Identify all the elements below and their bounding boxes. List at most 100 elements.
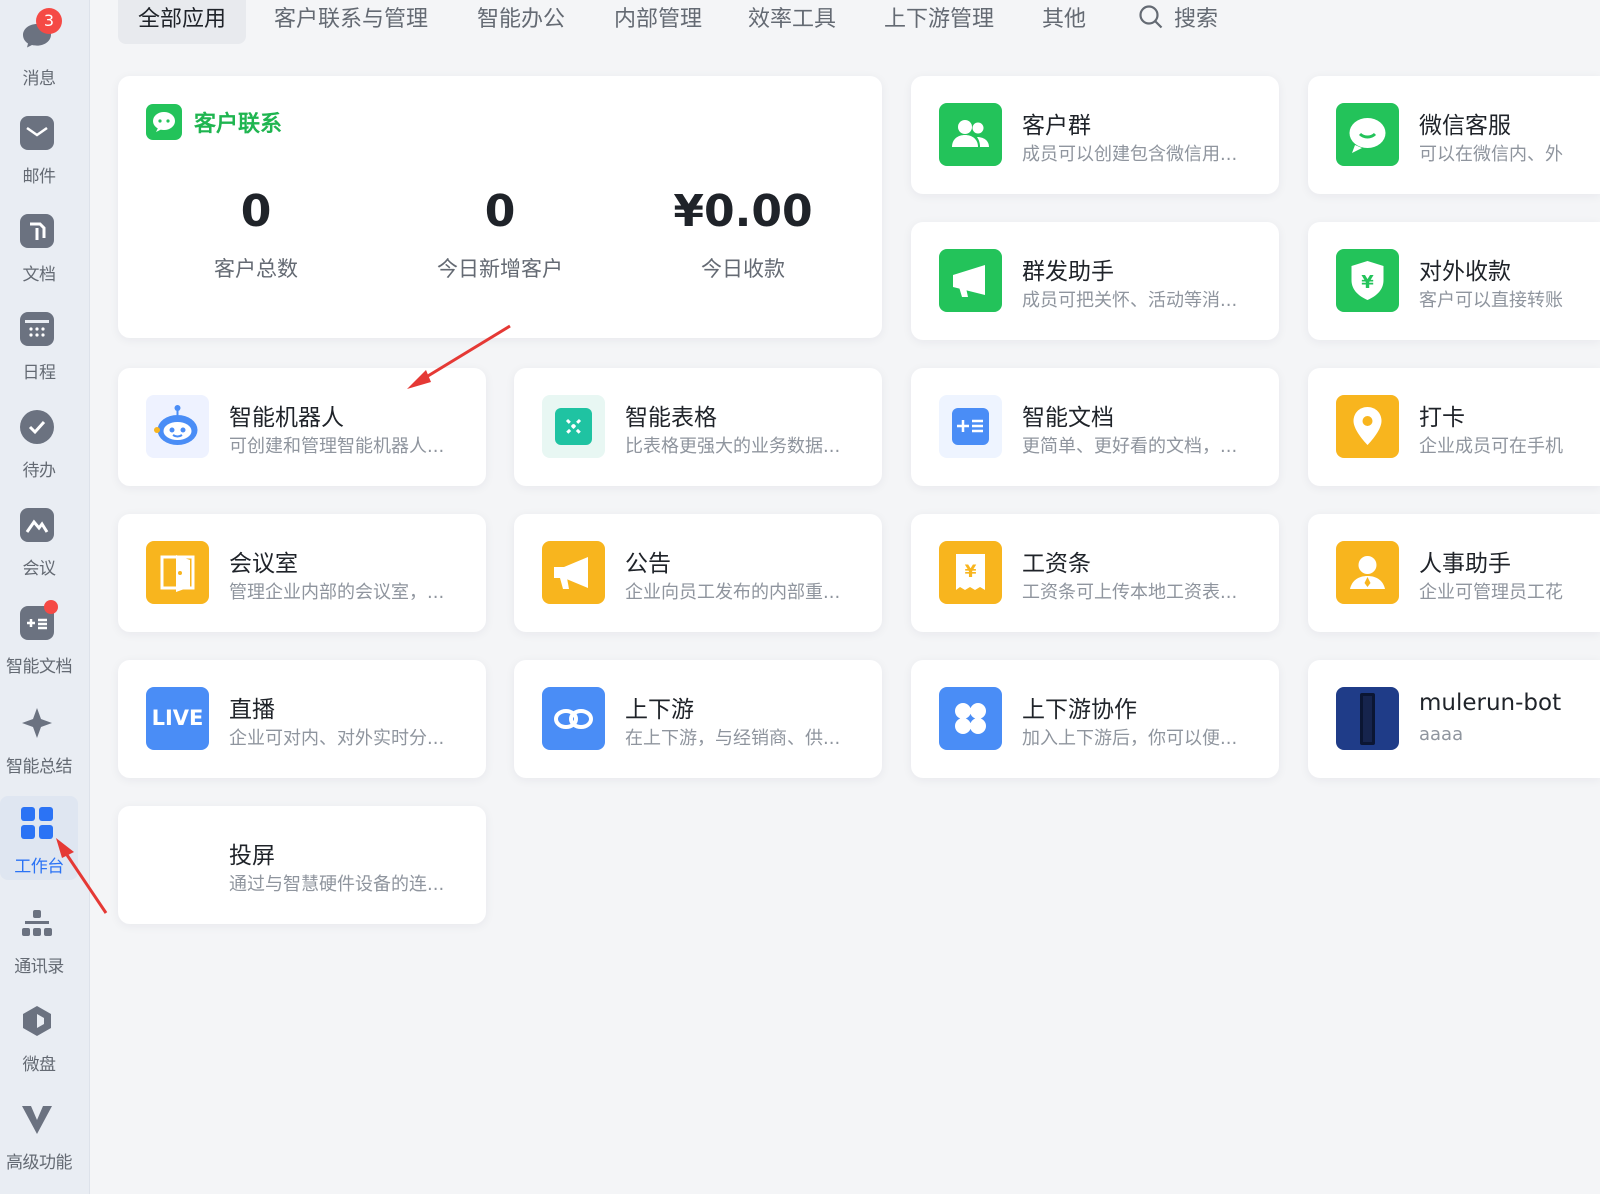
app-title: 对外收款 — [1419, 259, 1511, 285]
app-card-supply-chain[interactable]: 上下游 在上下游，与经销商、供... — [514, 660, 882, 778]
live-icon: LIVE — [146, 687, 209, 750]
stat-new-customers-today[interactable]: 0 今日新增客户 — [380, 186, 620, 283]
app-card-wechat-service[interactable]: 微信客服 可以在微信内、外 — [1308, 76, 1600, 194]
stat-label: 今日新增客户 — [437, 257, 563, 281]
sidebar-item-mail[interactable]: 邮件 — [0, 106, 78, 190]
app-description: 比表格更强大的业务数据... — [625, 436, 841, 457]
app-card-smart-robot[interactable]: 智能机器人 可创建和管理智能机器人... — [118, 368, 486, 486]
stat-value: ¥0.00 — [673, 186, 813, 237]
stat-total-customers[interactable]: 0 客户总数 — [136, 186, 376, 283]
app-card-hr-assistant[interactable]: 人事助手 企业可管理员工花 — [1308, 514, 1600, 632]
app-title: 公告 — [625, 551, 671, 577]
stat-value: 0 — [484, 186, 516, 237]
mail-icon — [20, 116, 54, 150]
app-title: mulerun-bot — [1419, 690, 1562, 716]
sidebar-item-label: 日程 — [22, 363, 57, 383]
app-title: 人事助手 — [1419, 551, 1511, 577]
sidebar-item-label: 智能总结 — [6, 757, 73, 777]
sidebar-item-contacts[interactable]: 通讯录 — [0, 896, 78, 980]
app-description: 企业成员可在手机 — [1419, 436, 1563, 457]
app-card-announcement[interactable]: 公告 企业向员工发布的内部重... — [514, 514, 882, 632]
search-label: 搜索 — [1174, 7, 1219, 32]
app-description: 在上下游，与经销商、供... — [625, 728, 841, 749]
app-card-meeting-room[interactable]: 会议室 管理企业内部的会议室，... — [118, 514, 486, 632]
app-card-mulerun-bot[interactable]: mulerun-bot aaaa — [1308, 660, 1600, 778]
customer-contact-card[interactable]: 客户联系 0 客户总数 0 今日新增客户 ¥0.00 今日收款 — [118, 76, 882, 338]
app-title: 智能文档 — [1022, 405, 1114, 431]
tab-smart-office[interactable]: 智能办公 — [477, 0, 565, 44]
tab-other[interactable]: 其他 — [1042, 0, 1086, 44]
tab-customer-management[interactable]: 客户联系与管理 — [274, 0, 428, 44]
payment-shield-icon: ¥ — [1336, 249, 1399, 312]
customer-group-icon — [939, 103, 1002, 166]
v-logo-icon — [20, 1102, 54, 1136]
app-card-mass-message[interactable]: 群发助手 成员可把关怀、活动等消... — [911, 222, 1279, 340]
sidebar-item-label: 高级功能 — [6, 1153, 73, 1173]
sidebar-item-drive[interactable]: 微盘 — [0, 994, 78, 1078]
app-title: 智能表格 — [625, 405, 717, 431]
location-pin-icon — [1336, 395, 1399, 458]
tab-supply-chain[interactable]: 上下游管理 — [884, 0, 994, 44]
app-card-live[interactable]: LIVE 直播 企业可对内、对外实时分... — [118, 660, 486, 778]
app-description: 更简单、更好看的文档，... — [1022, 436, 1238, 457]
app-title: 工资条 — [1022, 551, 1091, 577]
sidebar-item-workbench[interactable]: 工作台 — [0, 796, 78, 880]
tab-internal-management[interactable]: 内部管理 — [614, 0, 702, 44]
sidebar-item-smart-summary[interactable]: 智能总结 — [0, 696, 78, 780]
search-button[interactable]: 搜索 — [1138, 0, 1218, 44]
app-title: 会议室 — [229, 551, 298, 577]
person-icon — [1336, 541, 1399, 604]
customer-contact-title: 客户联系 — [194, 112, 283, 137]
smart-doc-app-icon — [939, 395, 1002, 458]
app-card-supply-collab[interactable]: 上下游协作 加入上下游后，你可以便... — [911, 660, 1279, 778]
meeting-icon — [20, 508, 54, 542]
link-icon — [542, 687, 605, 750]
tab-efficiency-tools[interactable]: 效率工具 — [748, 0, 836, 44]
sidebar-item-calendar[interactable]: 日程 — [0, 302, 78, 386]
sidebar-item-advanced[interactable]: 高级功能 — [0, 1092, 78, 1176]
customer-contact-header: 客户联系 — [146, 104, 282, 144]
announcement-icon — [542, 541, 605, 604]
app-card-smart-doc[interactable]: 智能文档 更简单、更好看的文档，... — [911, 368, 1279, 486]
sidebar-item-todo[interactable]: 待办 — [0, 400, 78, 484]
document-icon — [20, 214, 54, 248]
sidebar-item-label: 智能文档 — [6, 657, 73, 677]
wechat-service-icon — [1336, 103, 1399, 166]
sidebar-item-smart-doc[interactable]: 智能文档 — [0, 596, 78, 680]
search-icon — [1138, 4, 1164, 30]
app-description: aaaa — [1419, 724, 1464, 745]
app-title: 直播 — [229, 697, 275, 723]
check-circle-icon — [20, 410, 54, 444]
org-chart-icon — [20, 906, 54, 940]
stat-value: 0 — [240, 186, 272, 237]
notification-dot — [44, 600, 58, 614]
stat-label: 今日收款 — [701, 257, 785, 281]
app-description: 客户可以直接转账 — [1419, 290, 1563, 311]
door-icon — [146, 541, 209, 604]
app-card-customer-group[interactable]: 客户群 成员可以创建包含微信用... — [911, 76, 1279, 194]
sidebar-item-label: 微盘 — [22, 1055, 57, 1075]
app-description: 可创建和管理智能机器人... — [229, 436, 445, 457]
stat-payments-today[interactable]: ¥0.00 今日收款 — [623, 186, 863, 283]
sidebar-item-meeting[interactable]: 会议 — [0, 498, 78, 582]
svg-text:¥: ¥ — [965, 562, 977, 582]
sidebar-item-messages[interactable]: 3 消息 — [0, 8, 78, 92]
app-card-external-payment[interactable]: ¥ 对外收款 客户可以直接转账 — [1308, 222, 1600, 340]
app-description: 管理企业内部的会议室，... — [229, 582, 445, 603]
tab-all-apps[interactable]: 全部应用 — [118, 0, 247, 44]
app-description: 成员可以创建包含微信用... — [1022, 144, 1238, 165]
robot-icon — [146, 395, 209, 458]
app-card-check-in[interactable]: 打卡 企业成员可在手机 — [1308, 368, 1600, 486]
calendar-icon — [20, 312, 54, 346]
app-card-payslip[interactable]: ¥ 工资条 工资条可上传本地工资表... — [911, 514, 1279, 632]
sidebar-item-docs[interactable]: 文档 — [0, 204, 78, 288]
app-card-screen-cast[interactable]: 投屏 通过与智慧硬件设备的连... — [118, 806, 486, 924]
app-title: 投屏 — [229, 843, 275, 869]
sparkle-icon — [20, 706, 54, 740]
unread-badge: 3 — [36, 8, 62, 34]
app-card-smart-sheet[interactable]: 智能表格 比表格更强大的业务数据... — [514, 368, 882, 486]
sidebar-item-label: 消息 — [22, 69, 57, 89]
app-description: 加入上下游后，你可以便... — [1022, 728, 1238, 749]
app-description: 企业向员工发布的内部重... — [625, 582, 841, 603]
sidebar-item-label: 待办 — [22, 461, 57, 481]
